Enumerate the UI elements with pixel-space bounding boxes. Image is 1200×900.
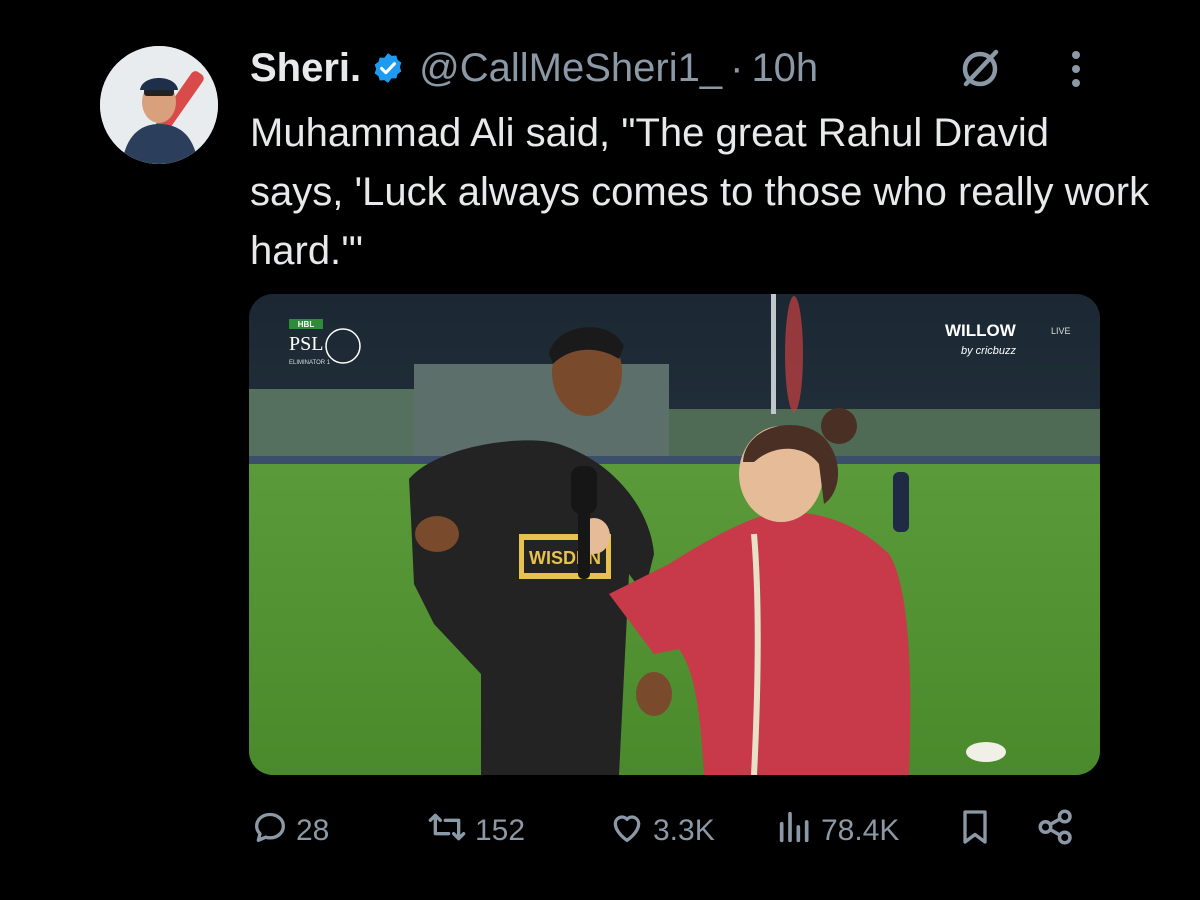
tweet-timestamp[interactable]: 10h (751, 46, 818, 91)
author-handle[interactable]: @CallMeSheri1_ (419, 46, 722, 91)
separator-dot: · (730, 45, 744, 90)
views-icon (775, 807, 815, 855)
verified-badge-icon[interactable] (371, 51, 405, 85)
like-icon (607, 807, 647, 855)
share-button[interactable] (1035, 805, 1077, 857)
stand-right (669, 409, 1100, 464)
svg-text:WILLOW: WILLOW (945, 321, 1017, 340)
reply-button[interactable]: 28 (250, 805, 329, 857)
reply-icon (250, 807, 290, 855)
svg-text:PSL: PSL (289, 333, 323, 355)
boundary-marker (966, 742, 1006, 762)
like-count: 3.3K (653, 814, 715, 847)
svg-text:LIVE: LIVE (1051, 326, 1071, 336)
bookmark-button[interactable] (955, 805, 995, 857)
views-count: 78.4K (821, 814, 900, 847)
svg-text:ELIMINATOR 1: ELIMINATOR 1 (289, 360, 331, 366)
tweet-action-bar: 28 152 3.3K 78.4K (250, 805, 1090, 857)
bookmark-icon (955, 807, 995, 855)
reply-count: 28 (296, 814, 330, 847)
grok-icon[interactable] (955, 46, 1005, 92)
like-button[interactable]: 3.3K (607, 805, 715, 857)
author-name[interactable]: Sheri. (250, 46, 361, 91)
share-icon (1035, 806, 1077, 856)
tweet-media[interactable]: WISDEN HBL PSL ELIMINATOR 1 WILLOW LIVE … (249, 294, 1100, 775)
stand-left (249, 389, 429, 459)
repost-button[interactable]: 152 (425, 805, 525, 857)
views-button[interactable]: 78.4K (775, 805, 899, 857)
background-player (893, 472, 909, 532)
author-avatar[interactable] (100, 46, 218, 164)
repost-count: 152 (475, 814, 526, 847)
svg-text:HBL: HBL (298, 320, 315, 329)
tweet-text: Muhammad Ali said, "The great Rahul Drav… (250, 111, 1150, 273)
svg-text:by cricbuzz: by cricbuzz (961, 345, 1017, 357)
avatar-image (100, 46, 218, 164)
repost-icon (425, 807, 469, 855)
tweet-header: Sheri. @CallMeSheri1_ · 10h (250, 40, 818, 96)
more-icon[interactable] (1058, 46, 1094, 92)
